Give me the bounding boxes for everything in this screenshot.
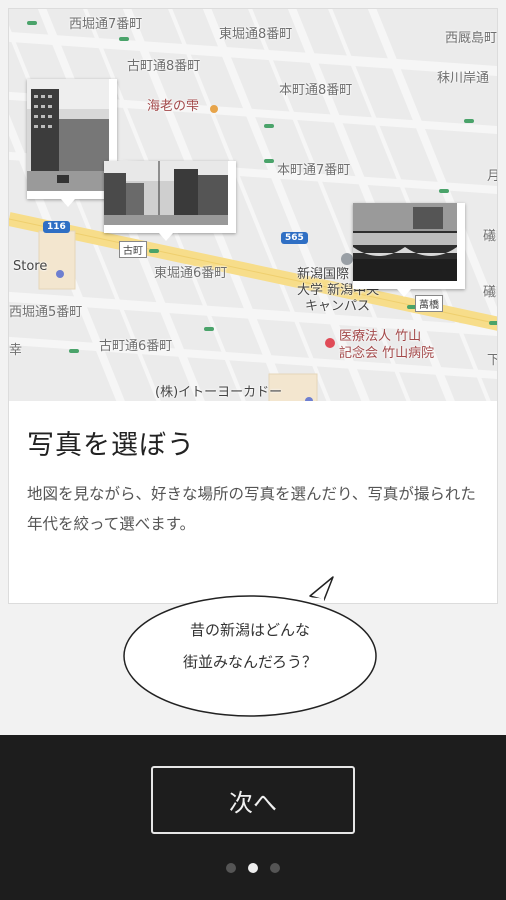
furumachi-stop-badge: 古町	[119, 241, 147, 258]
footer-bar: 次へ	[0, 735, 506, 900]
next-button[interactable]: 次へ	[151, 766, 355, 834]
route-116-badge: 116	[43, 221, 70, 233]
speech-bubble: 昔の新潟はどんな 街並みなんだろう？	[120, 572, 380, 722]
intro-card: 西堀通7番町 東堀通8番町 西厩島町 古町通8番町 本町通8番町 秣川岸通 海老…	[8, 8, 498, 604]
map-label-edge-shimo: 下通	[487, 349, 497, 368]
bandai-stop-badge: 萬橋	[415, 295, 443, 312]
map-label-ebinoshizuku: 海老の雫	[147, 99, 200, 114]
map-label-hospital-2: 記念会 竹山病院	[339, 346, 435, 361]
map-label-nishikoji: 西厩島町	[445, 31, 498, 46]
map-label-store: Store	[13, 259, 48, 274]
speech-line-1: 昔の新潟はどんな	[189, 621, 310, 639]
old-photo-bridge	[353, 203, 457, 281]
route-565-badge: 565	[281, 232, 308, 244]
page-title: 写真を選ぼう	[27, 430, 195, 461]
page-dot-2[interactable]	[248, 863, 258, 873]
map-label-honcho8: 本町通8番町	[279, 83, 353, 98]
page-dot-1[interactable]	[226, 863, 236, 873]
photo-pointer	[397, 289, 411, 297]
page-description: 地図を見ながら、好きな場所の写真を選んだり、写真が撮られた年代を絞って選べます。	[27, 485, 476, 533]
photo-marker-street[interactable]	[104, 161, 236, 241]
map-label-nishibori5: 西堀通5番町	[9, 305, 83, 320]
map-label-univ-3: キャンパス	[305, 299, 371, 314]
map-view[interactable]: 西堀通7番町 東堀通8番町 西厩島町 古町通8番町 本町通8番町 秣川岸通 海老…	[9, 9, 498, 401]
speech-line-2: 街並みなんだろう？	[182, 653, 318, 671]
map-label-higashibori8: 東堀通8番町	[219, 27, 293, 42]
map-label-itoyokado: (株)イトーヨーカドー	[155, 385, 283, 400]
page-dot-3[interactable]	[270, 863, 280, 873]
map-label-furumachi8: 古町通8番町	[127, 59, 201, 74]
map-label-nishibori7: 西堀通7番町	[69, 17, 143, 32]
map-label-edge-tsuru: 月	[487, 165, 497, 184]
old-photo-street	[104, 161, 228, 225]
map-label-furumachi6: 古町通6番町	[99, 339, 173, 354]
map-label-honcho7: 本町通7番町	[277, 163, 351, 178]
map-label-edge-iso-2: 礒町	[483, 285, 497, 300]
map-label-edge-iso-1: 礒町	[483, 229, 497, 244]
photo-pointer	[159, 233, 173, 241]
speech-bubble-text: 昔の新潟はどんな 街並みなんだろう？	[120, 614, 380, 678]
map-label-shukawa: 秣川岸通	[437, 71, 490, 86]
page-indicator	[0, 863, 506, 873]
photo-pointer	[61, 199, 75, 207]
map-label-higashibori6: 東堀通6番町	[154, 266, 228, 281]
map-label-edge-ko: 幸	[9, 343, 23, 358]
photo-marker-bridge[interactable]	[353, 203, 465, 297]
